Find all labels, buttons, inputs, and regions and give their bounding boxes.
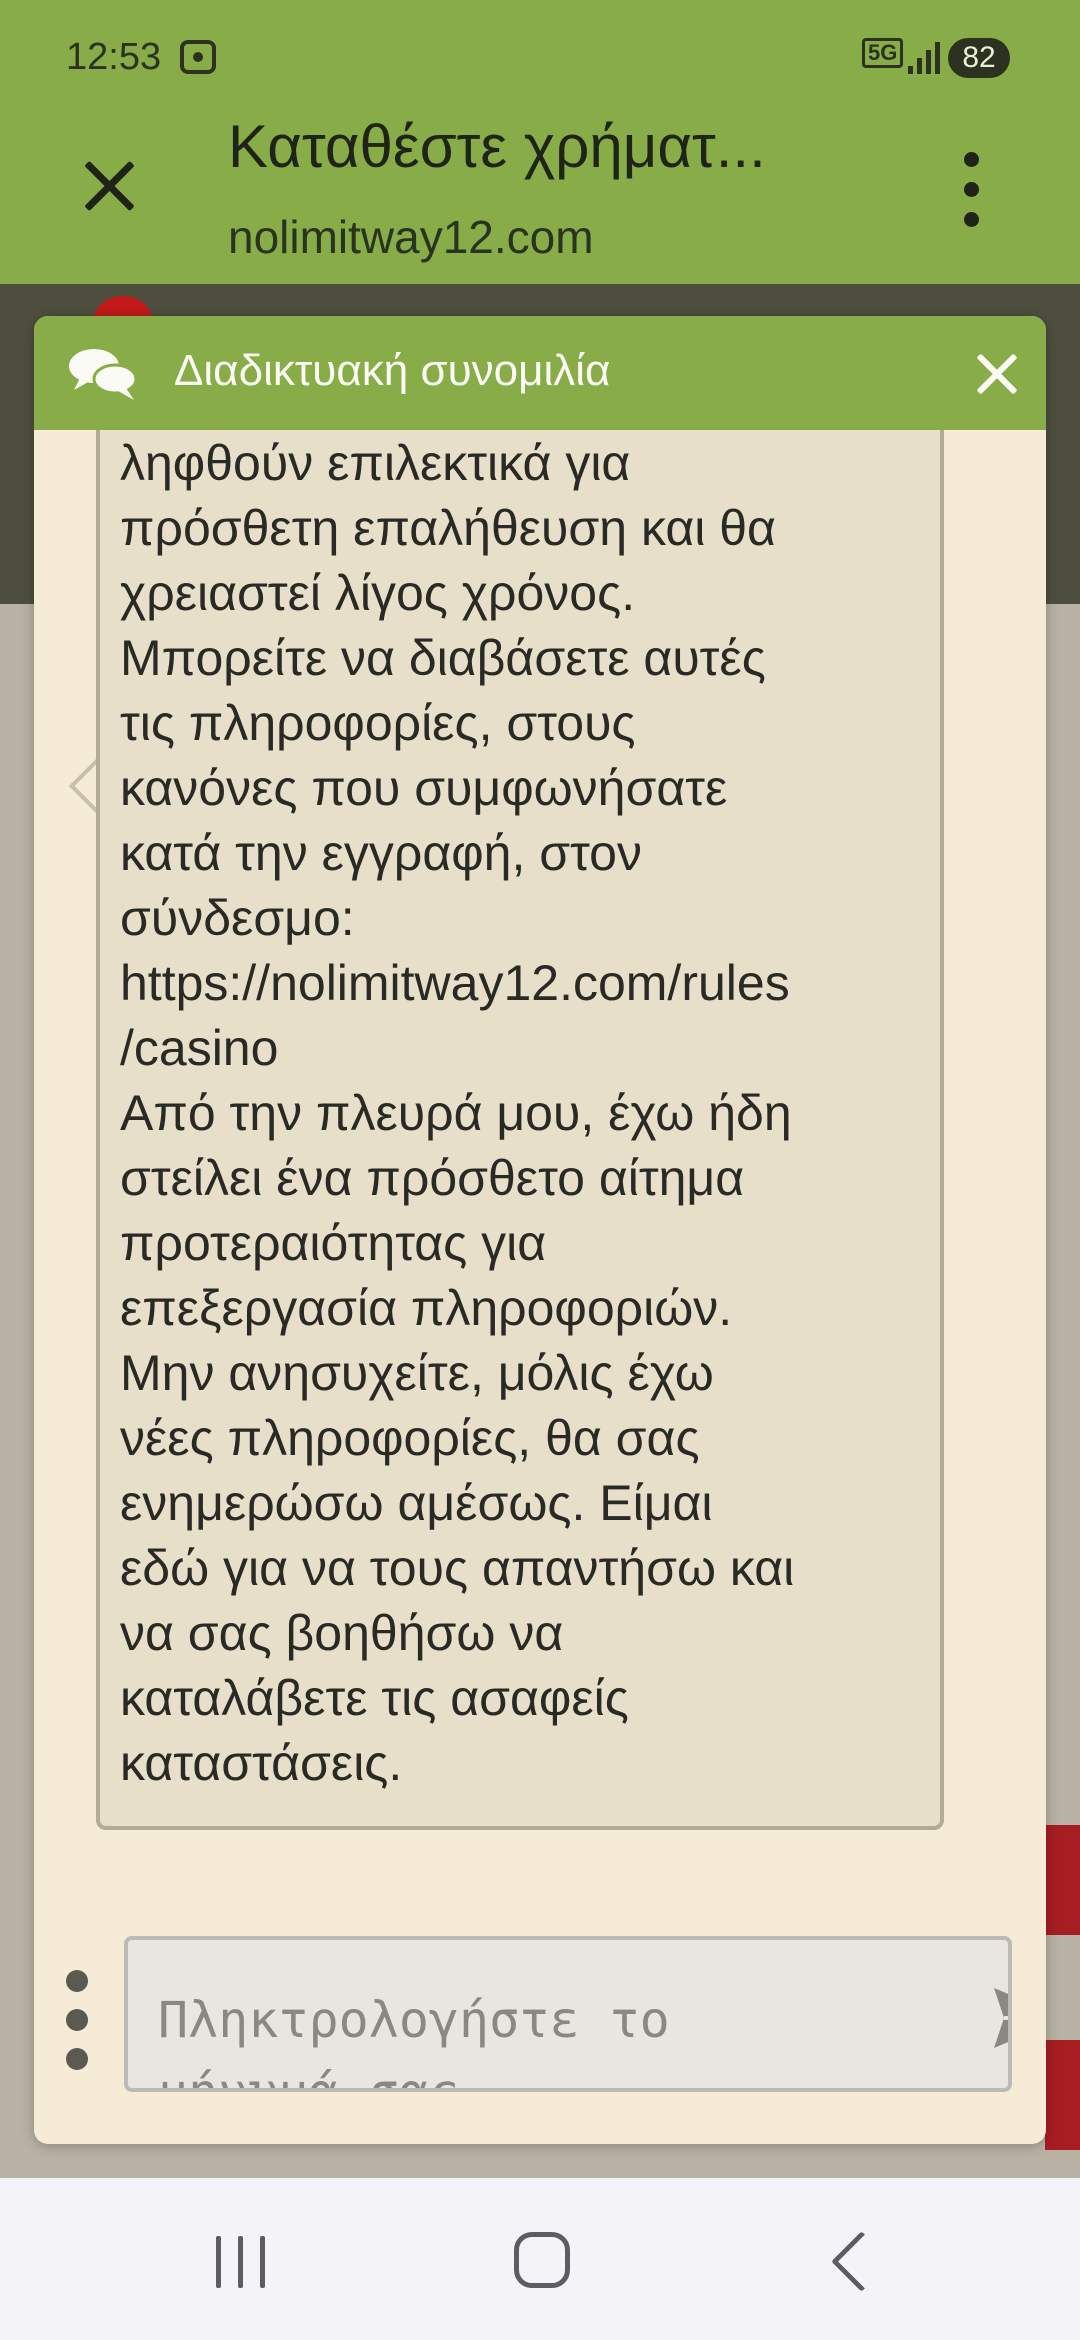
background-button xyxy=(1045,1825,1080,1935)
page-url[interactable]: nolimitway12.com xyxy=(228,210,594,264)
signal-icon xyxy=(908,42,942,74)
close-icon[interactable] xyxy=(72,150,148,226)
recent-apps-icon[interactable] xyxy=(216,2236,268,2288)
message-text: λογαριασμοί μπορούν να ληφθούν επιλεκτικ… xyxy=(120,435,795,1791)
status-time: 12:53 xyxy=(66,36,162,78)
page-title: Καταθέστε χρήματ... xyxy=(228,113,766,180)
message-composer: Πληκτρολογήστε το μήνυμά σας xyxy=(34,1936,1046,2116)
chat-header: Διαδικτυακή συνομιλία xyxy=(34,316,1046,430)
browser-header: 12:53 5G 82 Καταθέστε χρήματ... nolimitw… xyxy=(0,0,1080,284)
background-button xyxy=(1045,2040,1080,2150)
message-input-placeholder: Πληκτρολογήστε το μήνυμά σας xyxy=(158,1991,670,2092)
screenshot-icon xyxy=(180,40,216,74)
online-chat-window: Διαδικτυακή συνομιλία λογαριασμοί μπορού… xyxy=(34,316,1046,2144)
message-input[interactable]: Πληκτρολογήστε το μήνυμά σας xyxy=(124,1936,1012,2092)
message-list[interactable]: λογαριασμοί μπορούν να ληφθούν επιλεκτικ… xyxy=(34,430,1046,1830)
more-vert-icon[interactable] xyxy=(62,1970,92,2070)
battery-indicator: 82 xyxy=(948,38,1010,78)
chat-bubbles-icon xyxy=(69,349,138,400)
operator-message-bubble: λογαριασμοί μπορούν να ληφθούν επιλεκτικ… xyxy=(96,430,944,1830)
system-navigation-bar xyxy=(0,2178,1080,2340)
network-type-badge: 5G xyxy=(862,38,904,68)
more-vert-icon[interactable] xyxy=(958,152,986,228)
send-icon[interactable] xyxy=(990,1982,1012,2054)
home-icon[interactable] xyxy=(514,2232,570,2288)
close-icon[interactable] xyxy=(969,346,1025,402)
back-icon[interactable] xyxy=(826,2232,876,2292)
chat-title: Διαδικτυακή συνομιλία xyxy=(174,346,611,395)
